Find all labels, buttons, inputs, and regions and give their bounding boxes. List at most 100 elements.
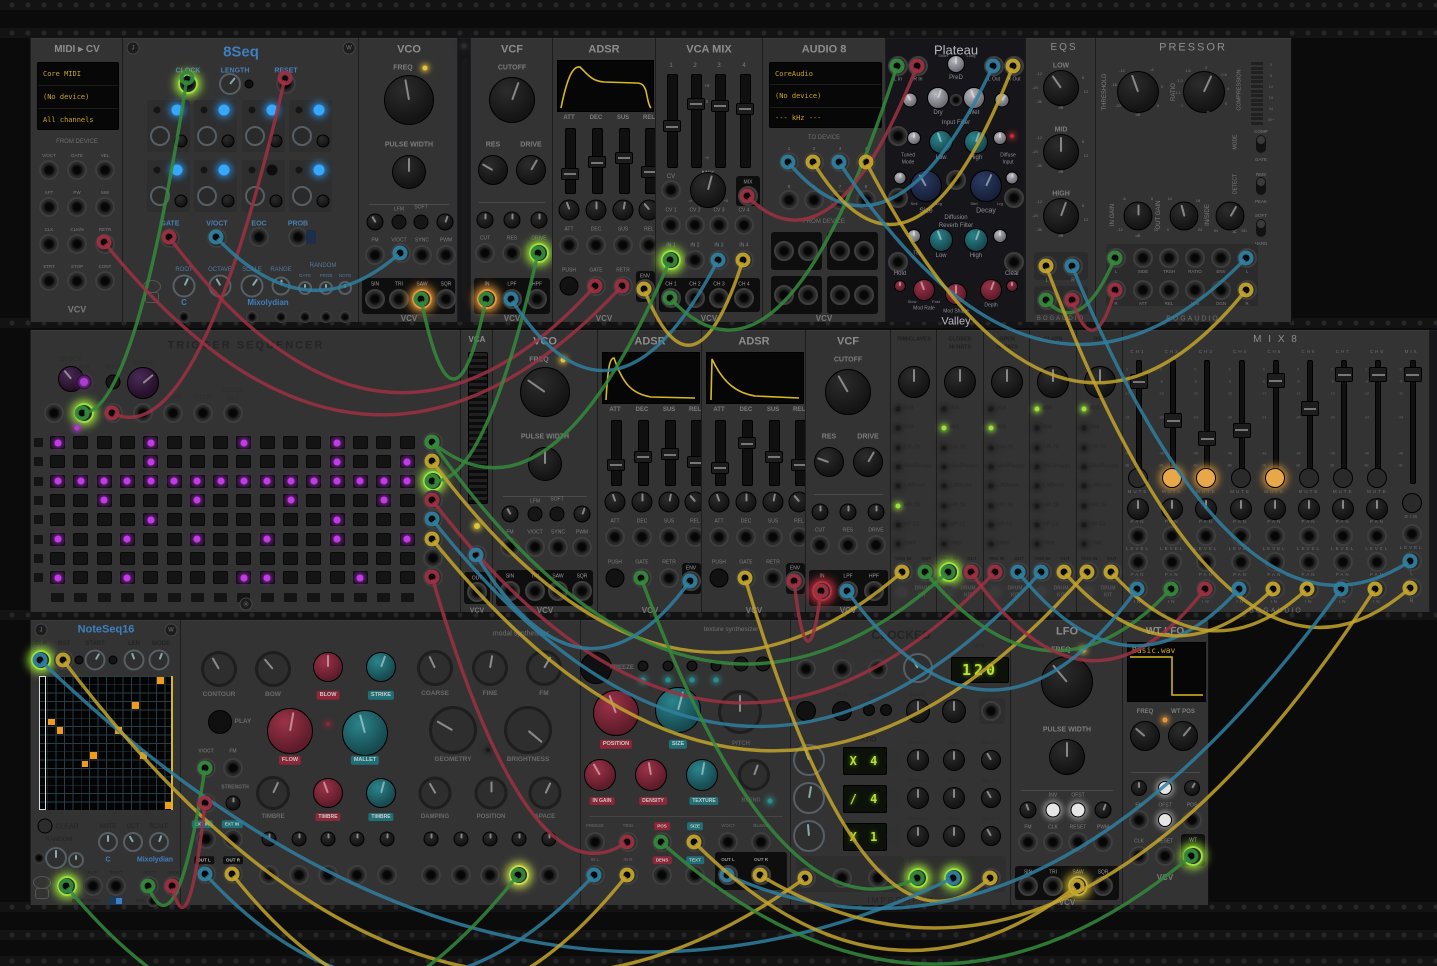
trigger-sequencer-grid-cell[interactable] [119,551,135,565]
trigger-sequencer-grid-cell[interactable] [166,455,182,469]
trigger-sequencer-grid-cell[interactable] [352,571,368,585]
label-dmx[interactable]: DMX [1043,541,1055,547]
mix8-fader-ch2[interactable] [1164,360,1183,484]
trigger-sequencer-grid-cell[interactable] [259,571,275,585]
trigger-sequencer-grid-cell[interactable] [119,532,135,546]
audio-8-port[interactable] [798,241,818,261]
mix8-in-3[interactable] [1196,579,1217,599]
vco-2-port[interactable] [572,581,592,601]
mix8-pan-in[interactable] [1367,552,1388,572]
trigger-sequencer-grid-cell[interactable] [119,571,135,585]
trigger-sequencer-grid-cell[interactable] [283,455,298,469]
clocked-knob[interactable] [793,782,825,814]
vco-2-knob[interactable] [573,505,591,523]
clocked-knob[interactable] [907,749,929,771]
modal-synthesizer-knob[interactable] [313,778,343,808]
trigger-sequencer-grid-cell[interactable] [73,474,89,488]
vca-mix-port[interactable] [734,288,754,308]
step-knob-small[interactable] [316,194,330,208]
fader-handle[interactable] [1266,372,1285,388]
midi-cv-port[interactable] [95,234,115,254]
trigger-sequencer-grid-cell[interactable] [236,513,252,527]
trigger-sequencer-grid-cell[interactable] [399,474,415,488]
vco-1-knob[interactable] [436,213,454,231]
lfo-port[interactable] [1043,876,1063,896]
screen-line[interactable]: --- kHz --- [770,108,881,127]
note-cell[interactable] [140,752,148,759]
step-led-blue[interactable] [266,164,278,176]
mix8-in-5[interactable] [1264,579,1285,599]
wt-lfo-knob[interactable] [1131,780,1147,796]
mix8-out-r[interactable] [1401,578,1422,598]
adsr-1-port[interactable] [559,235,579,255]
vca-mix-port[interactable] [738,186,758,206]
step-knob-small[interactable] [221,194,235,208]
vcf-2-knob[interactable] [867,503,885,521]
vca-mix-port[interactable] [661,180,681,200]
midi-cv-port[interactable] [39,234,59,254]
trigger-sequencer-grid-cell[interactable] [189,474,205,488]
modal-synthesizer-port[interactable] [223,829,243,849]
label-sp-12[interactable]: SP-12 [997,522,1012,528]
plateau-port[interactable] [888,252,908,272]
plateau-port[interactable] [950,94,962,106]
vca-mix-port[interactable] [685,250,705,270]
trigger-sequencer-grid-cell[interactable] [143,571,159,585]
trigger-sequencer-grid-cell[interactable] [399,493,415,507]
modal-synthesizer-knob[interactable] [526,650,562,686]
texture-synthesizer-port[interactable] [685,865,705,885]
trigger-sequencer-grid-cell[interactable] [399,532,415,546]
modal-synthesizer-port[interactable] [509,865,529,885]
slider-handle[interactable] [736,102,754,115]
noteseq16-knob[interactable] [148,649,170,671]
lfo-button[interactable] [1045,802,1061,818]
vca-mix-port[interactable] [709,250,729,270]
adsr-1-button[interactable] [559,276,579,296]
fader-handle[interactable] [1164,412,1183,428]
vca-mix-port[interactable] [661,288,681,308]
eqs-knob[interactable] [1043,198,1079,234]
trigger-sequencer-port[interactable] [423,529,443,549]
trigger-sequencer-grid-cell[interactable] [73,493,89,507]
trigger-sequencer-grid-cell[interactable] [166,532,182,546]
plateau-knob[interactable] [893,171,907,185]
trigger-sequencer-grid-cell[interactable] [236,436,252,449]
vco-2-port[interactable] [525,537,545,557]
texture-synthesizer-knob[interactable] [584,759,616,791]
mix8-mute-8[interactable] [1367,468,1388,488]
drum-ride-knob[interactable] [1084,366,1116,398]
trigger-sequencer-grid-cell[interactable] [213,455,229,469]
trigger-sequencer-grid-cell[interactable] [143,551,159,565]
vco-1-port[interactable] [389,289,409,309]
adsr-2-port[interactable] [659,568,679,588]
vcf-1-port[interactable] [475,243,495,263]
column-button[interactable] [400,593,414,602]
fader-handle[interactable] [1130,374,1148,390]
vcf-1-knob[interactable] [476,211,494,229]
vco-2-port[interactable] [500,537,520,557]
pressor-port[interactable] [1211,280,1231,300]
mix8-fader-ch6[interactable] [1301,360,1319,484]
vca-mix-port[interactable] [661,250,681,270]
adsr-3-port[interactable] [763,527,783,547]
vca-mix-port[interactable] [685,288,705,308]
wt-lfo-knob[interactable] [1130,721,1160,751]
trigger-sequencer-port[interactable] [423,451,443,471]
clocked-port[interactable] [868,868,888,888]
texture-synthesizer-port[interactable] [618,832,638,852]
label-minipoops[interactable]: MiniPoops [1090,464,1118,470]
trigger-sequencer-grid-cell[interactable] [259,436,275,449]
midi-cv-port[interactable] [39,160,59,180]
label-hr-16[interactable]: HR-16 [950,502,966,509]
mix8-level-in[interactable] [1367,526,1388,546]
note-cell[interactable] [81,760,89,768]
clocked-button[interactable] [880,704,892,716]
audio-8-port[interactable] [779,190,799,210]
modal-synthesizer-port[interactable] [480,865,500,885]
drum-open-hh-knob[interactable] [991,366,1023,398]
noteseq16-port[interactable] [33,852,45,864]
label-dmx[interactable]: DMX [997,541,1009,547]
vcf-2-port[interactable] [838,535,858,555]
clocked-knob[interactable] [943,787,965,809]
lfo-knob[interactable] [1094,801,1112,819]
